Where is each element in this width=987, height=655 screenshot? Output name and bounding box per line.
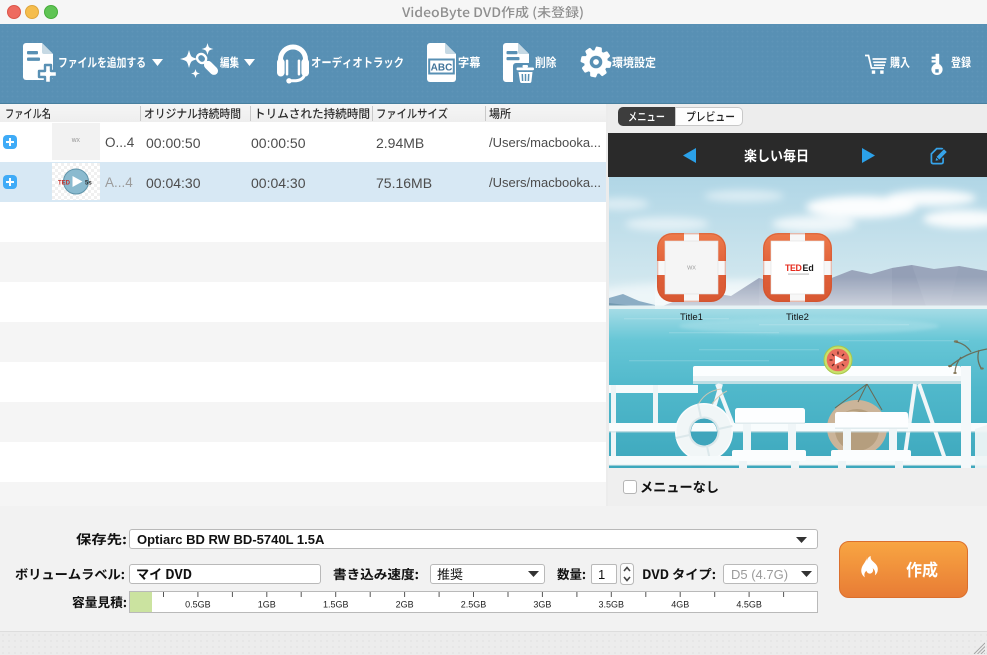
svg-text:2GB: 2GB bbox=[396, 600, 414, 610]
svg-text:5s: 5s bbox=[85, 181, 92, 187]
svg-text:2.5GB: 2.5GB bbox=[461, 600, 487, 610]
svg-text:3.5GB: 3.5GB bbox=[599, 600, 625, 610]
svg-text:0.5GB: 0.5GB bbox=[185, 600, 211, 610]
svg-text:Title1: Title1 bbox=[680, 312, 703, 323]
svg-text:Title2: Title2 bbox=[786, 312, 809, 323]
svg-text:TED: TED bbox=[785, 263, 801, 273]
svg-text:4GB: 4GB bbox=[671, 600, 689, 610]
svg-text:1.5GB: 1.5GB bbox=[323, 600, 349, 610]
svg-text:Ed: Ed bbox=[803, 263, 814, 273]
svg-text:4.5GB: 4.5GB bbox=[736, 600, 762, 610]
svg-text:1GB: 1GB bbox=[258, 600, 276, 610]
svg-text:TED: TED bbox=[58, 181, 71, 187]
svg-text:3GB: 3GB bbox=[533, 600, 551, 610]
svg-text:ABC: ABC bbox=[431, 63, 453, 74]
svg-text:WX: WX bbox=[687, 266, 696, 272]
